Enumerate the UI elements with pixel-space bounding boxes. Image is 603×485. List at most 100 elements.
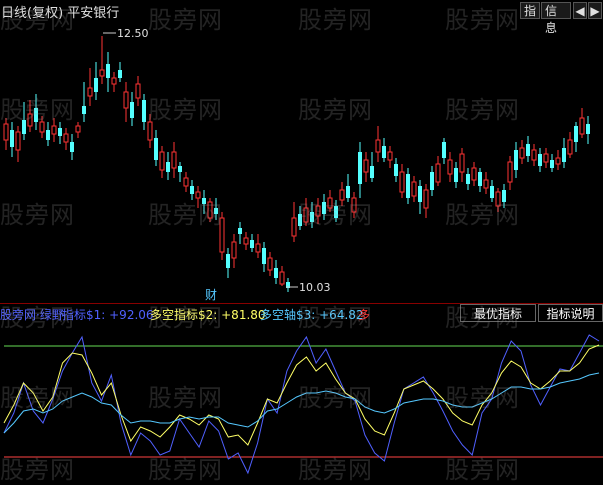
candle-body xyxy=(82,106,86,114)
candle-body xyxy=(411,181,417,197)
watermark-text: 股旁网 xyxy=(0,96,75,124)
candle-body xyxy=(262,248,266,264)
candle-body xyxy=(399,171,405,193)
watermark-text: 股旁网 xyxy=(0,304,75,332)
indicator-description-button[interactable]: 指标说明 xyxy=(538,304,603,322)
watermark-text: 股旁网 xyxy=(148,304,223,332)
candle-body xyxy=(454,168,458,182)
candle-body xyxy=(75,125,81,133)
watermark-text: 股旁网 xyxy=(148,456,223,484)
candle-body xyxy=(154,138,158,160)
watermark-text: 股旁网 xyxy=(148,384,223,412)
candle-body xyxy=(531,149,537,161)
watermark-text: 股旁网 xyxy=(298,96,373,124)
watermark-text: 股旁网 xyxy=(298,384,373,412)
candle-body xyxy=(70,142,74,152)
candle-body xyxy=(574,126,578,142)
info-button[interactable]: 信息 xyxy=(541,2,571,35)
candle-body xyxy=(567,139,573,155)
candle-body xyxy=(538,154,542,166)
low-price-label: 10.03 xyxy=(299,281,331,294)
watermark-text: 股旁网 xyxy=(298,456,373,484)
candle-body xyxy=(10,130,14,147)
indicator-toggle-button[interactable]: 指 xyxy=(520,2,540,19)
candle-body xyxy=(370,166,374,178)
candle-body xyxy=(543,153,549,163)
candle-body xyxy=(358,152,362,184)
candle-body xyxy=(238,228,242,234)
candle-body xyxy=(183,177,189,187)
watermark-text: 股旁网 xyxy=(298,201,373,229)
candle-body xyxy=(171,151,177,169)
candle-body xyxy=(387,151,393,161)
candle-body xyxy=(363,159,369,173)
candle-body xyxy=(94,78,98,92)
candle-body xyxy=(142,100,146,122)
candle-body xyxy=(483,179,489,189)
watermark-text: 股旁网 xyxy=(148,201,223,229)
candle-body xyxy=(418,186,422,202)
candles xyxy=(3,36,590,292)
candle-body xyxy=(243,237,249,245)
candle-body xyxy=(478,172,482,186)
indicator-value-1: 指标$1: +92.06 xyxy=(62,308,154,322)
candle-body xyxy=(99,69,105,77)
candle-body xyxy=(430,172,434,190)
watermark-text: 股旁网 xyxy=(0,384,75,412)
watermark-text: 股旁网 xyxy=(0,456,75,484)
candle-body xyxy=(447,159,453,175)
watermark-text: 股旁网 xyxy=(445,6,520,34)
candle-body xyxy=(291,217,297,237)
candle-body xyxy=(267,257,273,271)
candle-body xyxy=(63,133,69,143)
candle-body xyxy=(406,174,410,198)
candle-body xyxy=(435,163,441,183)
watermark-text: 股旁网 xyxy=(445,96,520,124)
low-annotation: 10.03 xyxy=(286,281,331,294)
candle-body xyxy=(519,147,525,159)
watermark-text: 股旁网 xyxy=(0,6,75,34)
watermark-text: 股旁网 xyxy=(148,6,223,34)
candle-body xyxy=(526,144,530,156)
candle-body xyxy=(423,189,429,209)
candle-body xyxy=(274,268,278,278)
candle-body xyxy=(51,125,57,135)
candle-body xyxy=(130,102,134,118)
candle-body xyxy=(46,130,50,140)
candle-body xyxy=(471,167,477,181)
candle-body xyxy=(159,151,165,171)
candle-body xyxy=(190,186,194,194)
candle-body xyxy=(87,87,93,97)
watermark-text: 股旁网 xyxy=(445,384,520,412)
candle-body xyxy=(550,160,554,168)
candlestick-chart[interactable]: 12.50 10.03 财 xyxy=(0,22,603,303)
candle-body xyxy=(586,124,590,134)
candle-body xyxy=(111,77,117,85)
candle-body xyxy=(279,271,285,285)
candle-body xyxy=(166,162,170,172)
watermark-text: 股旁网 xyxy=(445,456,520,484)
candle-body xyxy=(382,146,386,158)
candle-body xyxy=(250,240,254,248)
watermark-text: 股旁网 xyxy=(0,201,75,229)
watermark-text: 股旁网 xyxy=(148,96,223,124)
candle-body xyxy=(459,153,465,173)
candle-body xyxy=(178,166,182,172)
candle-body xyxy=(442,142,446,158)
next-arrow-icon[interactable]: ▶ xyxy=(588,2,602,19)
prev-arrow-icon[interactable]: ◀ xyxy=(573,2,587,19)
stock-name: 平安银行 xyxy=(67,6,120,21)
candle-body xyxy=(58,128,62,136)
watermark-text: 股旁网 xyxy=(445,201,520,229)
candle-body xyxy=(255,243,261,253)
candle-body xyxy=(579,117,585,135)
candle-body xyxy=(106,64,110,78)
high-price-label: 12.50 xyxy=(117,27,149,40)
candle-body xyxy=(466,174,470,184)
candle-body xyxy=(3,123,9,141)
watermark-text: 股旁网 xyxy=(445,304,520,332)
candle-body xyxy=(555,157,561,165)
candle-body xyxy=(135,83,141,99)
candle-body xyxy=(15,131,21,151)
candle-body xyxy=(375,139,381,153)
